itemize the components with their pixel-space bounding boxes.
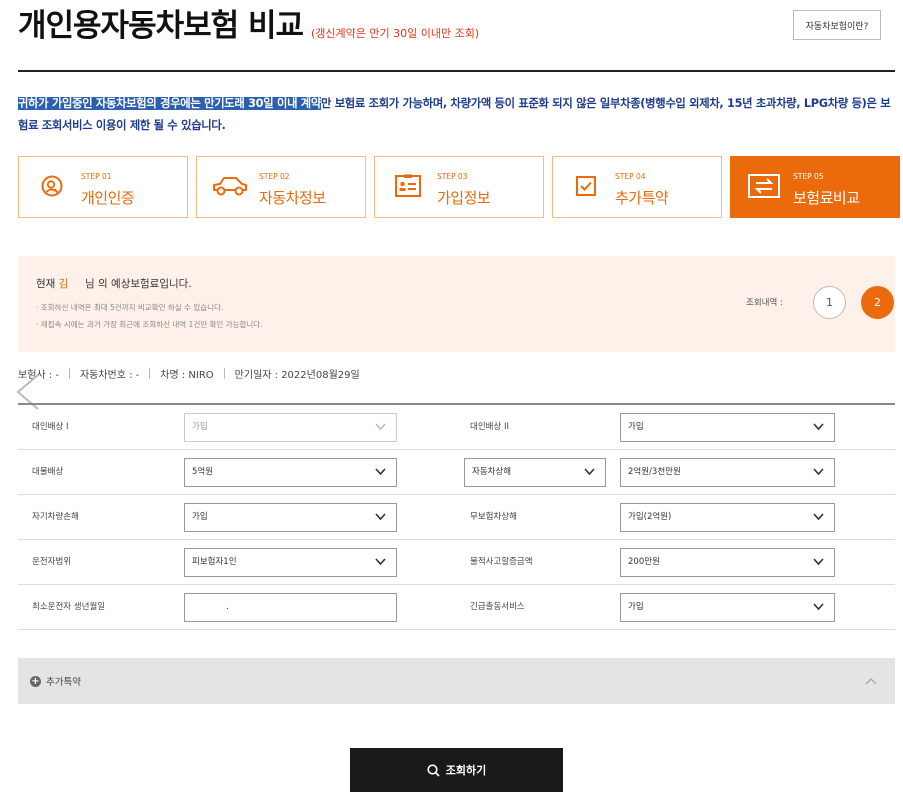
search-submit-button[interactable]: 조회하기 <box>350 748 563 792</box>
form-row: 자기차량손해 가입 무보험차상해 가입(2억원) <box>18 495 895 540</box>
step-2[interactable]: STEP 02 자동차정보 <box>196 156 366 218</box>
property-damage-select[interactable]: 5억원 <box>184 458 397 487</box>
select-value: 피보험자1인 <box>192 557 237 567</box>
property-damage-label: 대물배상 <box>32 467 64 477</box>
select-value: 가입(2억원) <box>628 512 672 522</box>
bodily-injury-2-select[interactable]: 가입 <box>620 413 835 442</box>
premium-summary-panel: 현재 김 님 의 예상보험료입니다. · 조회하신 내역은 최대 5건까지 비교… <box>18 256 895 352</box>
select-value: 가입 <box>192 512 208 522</box>
select-value: 가입 <box>192 422 208 432</box>
step-5-number: STEP 05 <box>793 172 824 181</box>
notice-text: 귀하가 가입중인 자동차보험의 경우에는 만기도래 30일 이내 계약만 보험료… <box>18 93 898 137</box>
plus-icon: + <box>30 676 41 687</box>
chevron-down-icon <box>375 558 386 566</box>
coverage-form: 대인배상 I 가입 대인배상 II 가입 대물배상 5억원 자동차상해 2억원/… <box>18 403 895 630</box>
search-icon <box>427 763 440 777</box>
property-surcharge-label: 물적사고할증금액 <box>470 557 533 567</box>
expiry-date-info: 만기일자 : 2022년08월29일 <box>234 370 360 381</box>
step-4-number: STEP 04 <box>615 172 646 181</box>
driver-range-select[interactable]: 피보험자1인 <box>184 548 397 577</box>
select-value: 가입 <box>628 422 644 432</box>
separator <box>223 368 225 379</box>
car-info-bar: 보험사 : - 자동차번호 : - 차명 : NIRO 만기일자 : 2022년… <box>18 366 360 381</box>
chevron-down-icon <box>375 468 386 476</box>
history-label: 조회내역 : <box>746 298 783 308</box>
compare-icon <box>745 171 783 201</box>
chevron-down-icon <box>813 423 824 431</box>
bodily-injury-2-label: 대인배상 II <box>470 422 509 432</box>
uninsured-motorist-label: 무보험차상해 <box>470 512 517 522</box>
history-button-2[interactable]: 2 <box>861 286 894 319</box>
form-row: 대물배상 5억원 자동차상해 2억원/3천만원 <box>18 450 895 495</box>
chevron-down-icon <box>813 513 824 521</box>
car-model-info: 차명 : NIRO <box>160 370 214 381</box>
form-row: 대인배상 I 가입 대인배상 II 가입 <box>18 405 895 450</box>
form-row: 운전자범위 피보험자1인 물적사고할증금액 200만원 <box>18 540 895 585</box>
own-vehicle-damage-label: 자기차량손해 <box>32 512 79 522</box>
emergency-service-select[interactable]: 가입 <box>620 593 835 622</box>
step-1[interactable]: STEP 01 개인인증 <box>18 156 188 218</box>
select-value: 가입 <box>628 602 644 612</box>
step-indicator: STEP 01 개인인증 STEP 02 자동차정보 STEP 03 가입정보 … <box>18 156 900 218</box>
summary-headline: 현재 김 님 의 예상보험료입니다. <box>36 276 192 291</box>
min-driver-birthdate-label: 최소운전자 생년월일 <box>32 602 106 612</box>
step-1-number: STEP 01 <box>81 172 112 181</box>
chevron-down-icon <box>375 423 386 431</box>
chevron-down-icon <box>813 558 824 566</box>
summary-note-2: · 재접속 시에는 과거 가장 최근에 조회하신 내역 1건만 확인 가능합니다… <box>36 320 263 329</box>
step-3-number: STEP 03 <box>437 172 468 181</box>
personal-injury-amount-select[interactable]: 2억원/3천만원 <box>620 458 835 487</box>
additional-riders-label: 추가특약 <box>46 677 81 688</box>
min-driver-birthdate-input[interactable]: . <box>184 593 397 622</box>
step-3[interactable]: STEP 03 가입정보 <box>374 156 544 218</box>
chevron-up-icon <box>865 678 877 685</box>
person-check-icon <box>33 171 71 201</box>
personal-injury-type-select[interactable]: 자동차상해 <box>464 458 606 487</box>
title-divider <box>18 70 895 72</box>
notice-highlight: 귀하가 가입중인 자동차보험의 경우에는 만기도래 30일 이내 계약 <box>18 97 321 110</box>
bodily-injury-1-select: 가입 <box>184 413 397 442</box>
step-1-label: 개인인증 <box>81 189 135 207</box>
own-vehicle-damage-select[interactable]: 가입 <box>184 503 397 532</box>
about-car-insurance-button[interactable]: 자동차보험이란? <box>793 10 881 40</box>
select-value: 자동차상해 <box>472 467 512 477</box>
driver-range-label: 운전자범위 <box>32 557 72 567</box>
id-card-icon <box>389 171 427 201</box>
chevron-down-icon <box>813 468 824 476</box>
chevron-down-icon <box>813 603 824 611</box>
step-4-label: 추가특약 <box>615 189 669 207</box>
step-5-label: 보험료비교 <box>793 189 860 207</box>
step-3-label: 가입정보 <box>437 189 491 207</box>
car-number-info: 자동차번호 : - <box>79 370 140 381</box>
step-2-label: 자동차정보 <box>259 189 326 207</box>
select-value: 2억원/3천만원 <box>628 467 681 477</box>
input-value: . <box>226 602 229 612</box>
uninsured-motorist-select[interactable]: 가입(2억원) <box>620 503 835 532</box>
page-title: 개인용자동차보험 비교 <box>18 8 304 44</box>
emergency-service-label: 긴급출동서비스 <box>470 602 525 612</box>
chevron-down-icon <box>584 468 595 476</box>
checkbox-icon <box>567 171 605 201</box>
select-value: 200만원 <box>628 557 660 567</box>
submit-label: 조회하기 <box>445 764 487 777</box>
step-2-number: STEP 02 <box>259 172 290 181</box>
page-subtitle: (갱신계약은 만기 30일 이내만 조회) <box>311 27 480 40</box>
select-value: 5억원 <box>192 467 214 477</box>
step-5[interactable]: STEP 05 보험료비교 <box>730 156 900 218</box>
chevron-down-icon <box>375 513 386 521</box>
step-4[interactable]: STEP 04 추가특약 <box>552 156 722 218</box>
property-surcharge-select[interactable]: 200만원 <box>620 548 835 577</box>
additional-riders-toggle[interactable]: + 추가특약 <box>18 658 895 704</box>
history-button-1[interactable]: 1 <box>813 286 846 319</box>
summary-prefix: 현재 <box>36 278 56 290</box>
page-header: 개인용자동차보험 비교 (갱신계약은 만기 30일 이내만 조회) <box>18 6 479 46</box>
car-icon <box>211 171 249 201</box>
summary-suffix: 님 의 예상보험료입니다. <box>85 278 192 290</box>
form-row: 최소운전자 생년월일 . 긴급출동서비스 가입 <box>18 585 895 630</box>
customer-name: 김 <box>58 278 69 290</box>
bodily-injury-1-label: 대인배상 I <box>32 422 69 432</box>
separator <box>149 368 151 379</box>
summary-note-1: · 조회하신 내역은 최대 5건까지 비교확인 하실 수 있습니다. <box>36 303 224 312</box>
separator <box>68 368 70 379</box>
